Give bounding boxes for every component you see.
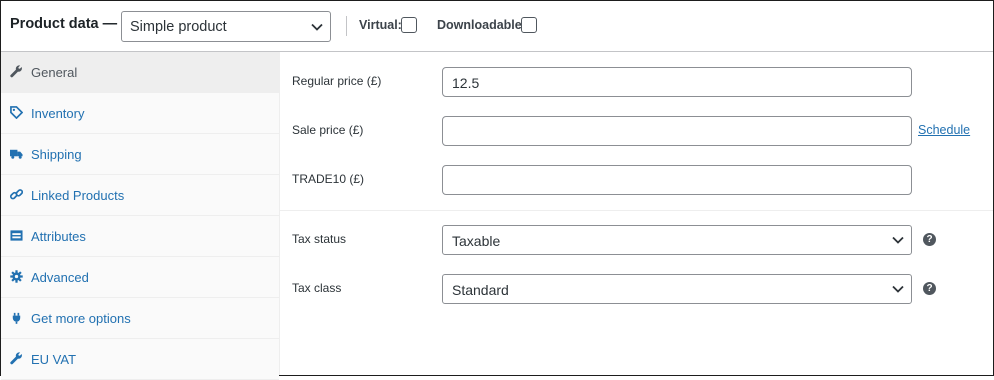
chevron-down-icon	[892, 236, 904, 244]
downloadable-checkbox[interactable]	[521, 17, 537, 33]
regular-price-input[interactable]: 12.5	[442, 67, 912, 97]
sale-price-input[interactable]	[442, 116, 912, 146]
tag-icon	[10, 106, 23, 119]
schedule-link[interactable]: Schedule	[918, 123, 970, 137]
tab-advanced[interactable]: Advanced	[1, 257, 279, 298]
regular-price-value: 12.5	[452, 75, 480, 91]
product-type-select[interactable]: Simple product	[121, 11, 331, 42]
product-data-header: Product data — Simple product Virtual: D…	[1, 1, 993, 52]
tab-get-more-options[interactable]: Get more options	[1, 298, 279, 339]
sale-price-label: Sale price (£)	[292, 123, 364, 137]
tab-attributes[interactable]: Attributes	[1, 216, 279, 257]
product-data-panel: Product data — Simple product Virtual: D…	[0, 0, 994, 380]
tab-shipping-label: Shipping	[31, 147, 82, 162]
chevron-down-icon	[892, 285, 904, 293]
downloadable-label: Downloadable:	[437, 18, 526, 32]
tax-status-select[interactable]: Taxable	[442, 225, 912, 255]
gear-icon	[10, 270, 23, 283]
regular-price-label: Regular price (£)	[292, 74, 382, 88]
tab-eu-vat-label: EU VAT	[31, 352, 77, 367]
tax-class-value: Standard	[452, 282, 509, 298]
help-icon[interactable]: ?	[923, 282, 936, 295]
tab-shipping[interactable]: Shipping	[1, 134, 279, 175]
wrench-icon	[10, 65, 22, 78]
tab-linked-products-label: Linked Products	[31, 188, 125, 203]
help-icon[interactable]: ?	[923, 233, 936, 246]
tab-inventory-label: Inventory	[31, 106, 85, 121]
virtual-label: Virtual:	[359, 18, 402, 32]
panel-title: Product data —	[10, 16, 118, 32]
general-options-panel: Regular price (£) 12.5 Sale price (£) Sc…	[280, 52, 993, 375]
link-icon	[10, 189, 23, 200]
truck-icon	[10, 149, 23, 159]
product-type-value: Simple product	[130, 19, 227, 35]
trade10-label: TRADE10 (£)	[292, 172, 365, 186]
wrench-icon	[10, 352, 22, 365]
tax-status-label: Tax status	[292, 232, 347, 246]
header-divider	[346, 16, 347, 36]
tab-attributes-label: Attributes	[31, 229, 86, 244]
tab-general[interactable]: General	[1, 52, 279, 93]
product-data-tabs: General Inventory Shipping Linked Produc…	[1, 52, 280, 380]
tab-general-label: General	[31, 65, 78, 80]
virtual-checkbox[interactable]	[401, 17, 417, 33]
tab-linked-products[interactable]: Linked Products	[1, 175, 279, 216]
chevron-down-icon	[311, 23, 323, 31]
plug-icon	[12, 312, 21, 324]
tab-advanced-label: Advanced	[31, 270, 89, 285]
tax-class-label: Tax class	[292, 281, 342, 295]
table-icon	[10, 230, 23, 241]
tax-class-select[interactable]: Standard	[442, 274, 912, 304]
trade10-input[interactable]	[442, 165, 912, 195]
tab-inventory[interactable]: Inventory	[1, 93, 279, 134]
tab-eu-vat[interactable]: EU VAT	[1, 339, 279, 380]
tax-status-value: Taxable	[452, 233, 501, 249]
section-divider	[280, 210, 993, 211]
tab-get-more-options-label: Get more options	[31, 311, 131, 326]
